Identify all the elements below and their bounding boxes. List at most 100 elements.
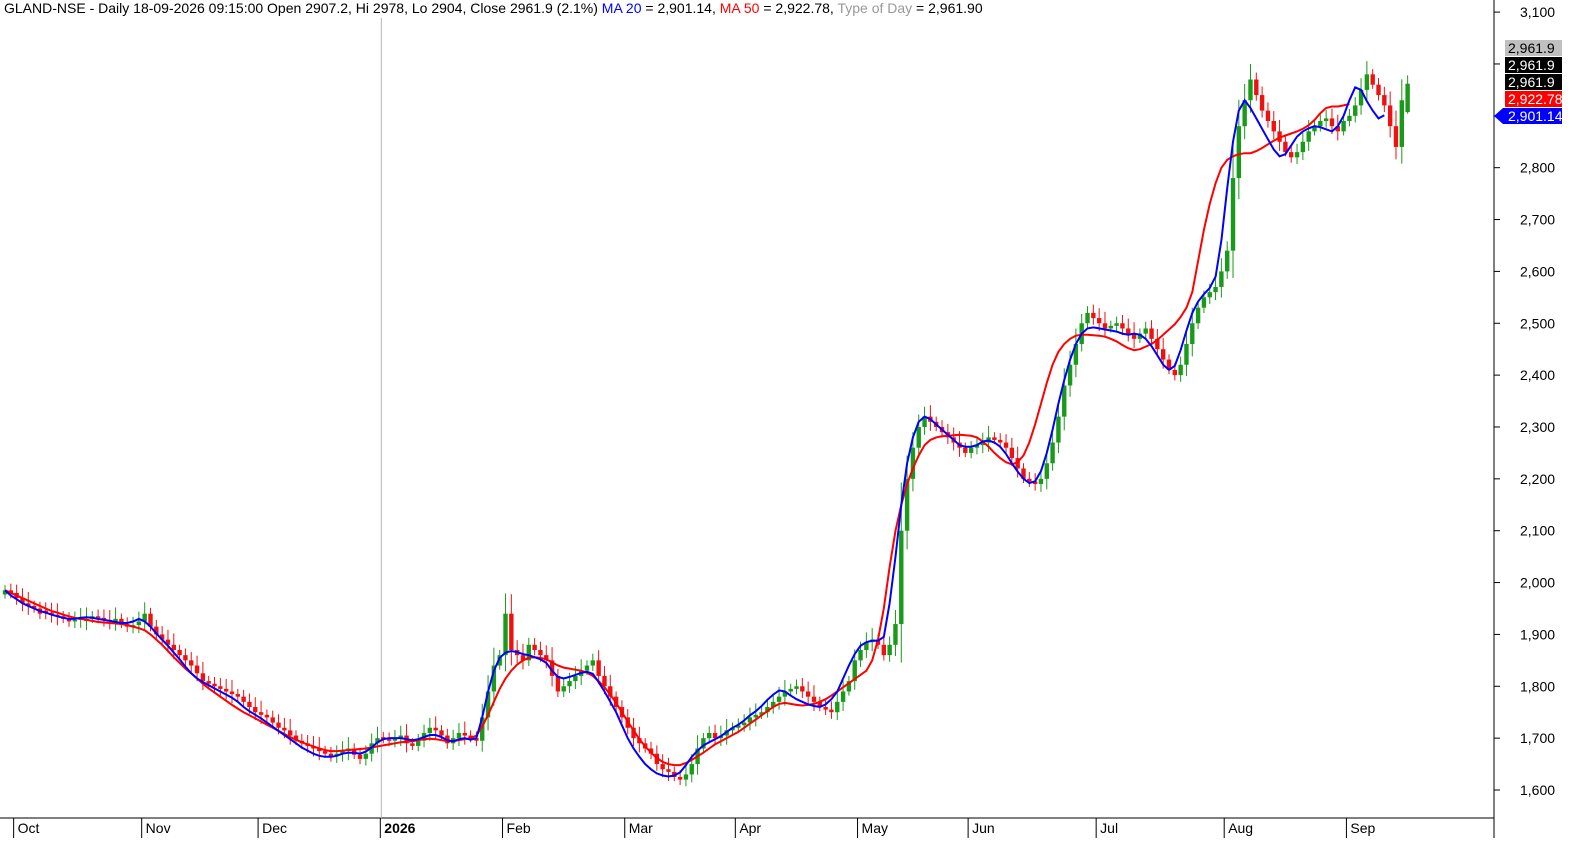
price-tag-label: 2,901.14 xyxy=(1508,108,1563,124)
candle-body xyxy=(410,743,415,746)
candle-body xyxy=(741,722,747,726)
price-tick-label: 2,000 xyxy=(1520,575,1555,591)
candle-body xyxy=(1271,121,1276,132)
candle xyxy=(1166,354,1172,375)
candle-body xyxy=(677,777,683,780)
candle xyxy=(864,632,869,658)
candle-body xyxy=(561,686,566,692)
candle xyxy=(113,607,118,631)
ma20-label: MA 20 xyxy=(602,0,642,16)
candle-body xyxy=(1160,349,1166,360)
month-label: Nov xyxy=(146,820,171,836)
candle-body xyxy=(229,691,235,695)
month-label: Jun xyxy=(972,820,995,836)
candle xyxy=(1399,79,1404,164)
month-label: Feb xyxy=(507,820,531,836)
candle xyxy=(1143,321,1148,340)
candle-body xyxy=(1143,328,1148,334)
price-tag: 2,961.9 xyxy=(1505,40,1562,56)
candle-body xyxy=(1178,364,1183,376)
lo-label: Lo xyxy=(412,0,428,16)
candle xyxy=(1114,316,1119,332)
candle xyxy=(753,703,758,727)
candle-body xyxy=(264,714,270,718)
candle-body xyxy=(287,730,293,736)
candle-body xyxy=(462,732,467,736)
candle xyxy=(1277,119,1282,151)
symbol-label: GLAND-NSE xyxy=(4,0,86,16)
candle-body xyxy=(707,732,712,739)
candle xyxy=(1102,311,1108,338)
ma50-label: MA 50 xyxy=(720,0,760,16)
candle-body xyxy=(218,686,223,689)
candle-body xyxy=(427,727,433,733)
candle xyxy=(43,602,48,620)
candle-body xyxy=(433,727,438,731)
type-of-day-value: 2,961.90 xyxy=(928,0,983,16)
candle xyxy=(1405,75,1410,114)
candle xyxy=(1178,356,1183,382)
candle-body xyxy=(456,732,462,739)
candle-body xyxy=(247,701,252,708)
month-label: 2026 xyxy=(384,820,415,836)
candle-body xyxy=(1370,74,1375,85)
candle xyxy=(1364,61,1370,101)
candle-body xyxy=(1254,79,1259,96)
candle-body xyxy=(881,644,887,656)
candle-body xyxy=(1306,131,1311,142)
candle-body xyxy=(357,754,363,759)
candle xyxy=(119,613,124,629)
candle-body xyxy=(1003,442,1009,448)
candle-body xyxy=(194,665,200,674)
price-tick-label: 2,600 xyxy=(1520,263,1555,279)
candle xyxy=(352,743,357,759)
candle-body xyxy=(1376,84,1381,96)
candle xyxy=(963,442,968,458)
candle-body xyxy=(1201,297,1207,308)
ma20-line xyxy=(4,85,1385,778)
candle xyxy=(1294,143,1300,164)
candle xyxy=(1387,91,1393,138)
candle-body xyxy=(1108,325,1113,329)
candle-body xyxy=(72,619,78,622)
month-label: Dec xyxy=(262,820,287,836)
price-tag: 2,922.78 xyxy=(1505,91,1563,107)
candle-body xyxy=(322,751,328,754)
month-label: Apr xyxy=(739,820,761,836)
price-chart[interactable]: 1,600 1,700 1,800 1,900 2,000 2,100 2,200 2,300… xyxy=(0,0,1584,847)
candle-body xyxy=(171,644,176,650)
candle xyxy=(1091,304,1096,325)
candle-body xyxy=(1219,271,1224,287)
candle xyxy=(683,766,689,787)
type-of-day-label: Type of Day xyxy=(837,0,912,16)
candle-body xyxy=(1382,95,1387,106)
candle-body xyxy=(1294,152,1300,158)
candle xyxy=(1323,110,1329,128)
candle xyxy=(130,616,136,634)
candle xyxy=(509,594,514,666)
candle-body xyxy=(1207,292,1212,298)
candle-body xyxy=(253,707,258,713)
candle-body xyxy=(1085,312,1090,324)
candle-body xyxy=(916,426,921,448)
change-value: (2.1%) xyxy=(557,0,598,16)
candle-body xyxy=(1236,126,1242,179)
candle-body xyxy=(1009,447,1015,459)
candle xyxy=(427,717,433,741)
price-tick-label: 1,600 xyxy=(1520,782,1555,798)
candle-body xyxy=(567,681,572,687)
candle-body xyxy=(136,621,142,626)
candle xyxy=(660,754,665,778)
comma-5: , xyxy=(830,0,838,16)
candle-body xyxy=(241,696,246,702)
candle-body xyxy=(753,714,758,718)
comma-3: , xyxy=(462,0,470,16)
candle-body xyxy=(532,644,537,650)
candle-body xyxy=(1102,323,1108,329)
price-tag: 2,901.14 xyxy=(1494,108,1563,124)
candle xyxy=(1219,258,1224,298)
candle-body xyxy=(1230,178,1236,251)
candle-body xyxy=(95,616,101,618)
candle xyxy=(375,726,380,753)
candle-body xyxy=(992,437,997,440)
